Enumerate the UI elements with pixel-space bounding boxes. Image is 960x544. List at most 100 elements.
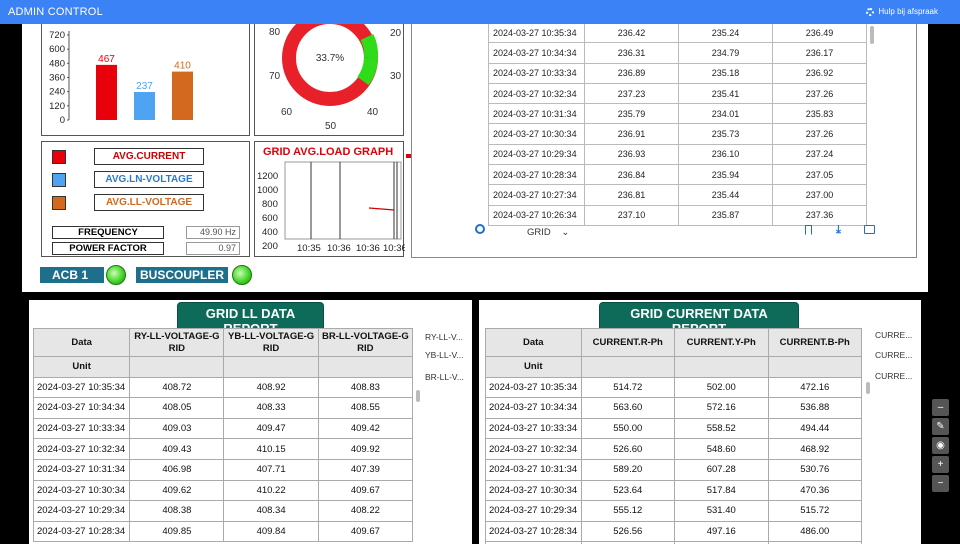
value-cell: 236.49: [772, 24, 867, 44]
timestamp-cell: 2024-03-27 10:31:34: [488, 103, 585, 125]
table-row[interactable]: 2024-03-27 10:28:34 236.84 235.94 237.05: [488, 164, 867, 186]
timestamp-cell: 2024-03-27 10:28:34: [32, 520, 131, 543]
app-title: ADMIN CONTROL: [8, 6, 103, 18]
value-cell: 558.52: [674, 417, 769, 440]
voltage-table-panel: 2024-03-27 10:35:34 236.42 235.24 236.49 202…: [411, 24, 917, 258]
table-row[interactable]: 2024-03-27 10:34:34 563.60 572.16 536.88: [485, 397, 862, 419]
legend-label-ll-voltage: AVG.LL-VOLTAGE: [94, 194, 204, 211]
legend-label-current: AVG.CURRENT: [94, 148, 204, 165]
search-icon[interactable]: [475, 224, 485, 234]
gear-icon: [866, 7, 875, 16]
timestamp-cell: 2024-03-27 10:31:34: [32, 458, 131, 481]
help-label: Hulp bij afspraak: [878, 7, 938, 16]
grid-select[interactable]: GRID ⌄: [527, 227, 569, 238]
table-row[interactable]: 2024-03-27 10:33:34 409.03 409.47 409.42: [32, 417, 414, 440]
table-row[interactable]: 2024-03-27 10:30:34 409.62 410.22 409.67: [32, 479, 414, 502]
timestamp-cell: 2024-03-27 10:32:34: [32, 438, 131, 460]
buscoupler-status: BUSCOUPLER: [136, 267, 228, 283]
table-row[interactable]: 2024-03-27 10:28:34 409.85 409.84 409.67: [32, 520, 414, 543]
unit-cell: [223, 356, 319, 378]
column-header[interactable]: YB-LL-VOLTAGE-GRID: [223, 328, 319, 357]
value-cell: 408.33: [223, 397, 319, 419]
value-cell: 572.16: [674, 397, 769, 419]
ll-report-panel: GRID LL DATA REPORT DataRY-LL-VOLTAGE-GR…: [29, 300, 472, 544]
pen-icon[interactable]: ✎: [932, 418, 949, 435]
bar-data-label: 237: [136, 81, 153, 92]
column-header[interactable]: RY-LL-VOLTAGE-GRID: [129, 328, 225, 357]
legend-swatch-ln-voltage: [52, 173, 66, 187]
table-row[interactable]: 2024-03-27 10:31:34 406.98 407.71 407.39: [32, 458, 414, 481]
value-cell: 409.67: [317, 479, 414, 502]
timestamp-cell: 2024-03-27 10:33:34: [485, 417, 582, 440]
value-cell: 235.94: [678, 164, 773, 186]
current-side-label: CURRE...: [875, 371, 913, 381]
ll-scrollbar[interactable]: [416, 390, 420, 402]
load-gauge: 33.7% 80 20 70 30 60 40 50: [269, 24, 402, 132]
column-header[interactable]: BR-LL-VOLTAGE-GRID: [317, 328, 414, 357]
table-row[interactable]: 2024-03-27 10:32:34 526.60 548.60 468.92: [485, 438, 862, 460]
column-header[interactable]: CURRENT.B-Ph: [767, 328, 862, 357]
column-header[interactable]: CURRENT.Y-Ph: [674, 328, 769, 357]
table-row[interactable]: 2024-03-27 10:28:34 526.56 497.16 486.00: [485, 520, 862, 543]
help-link[interactable]: Hulp bij afspraak: [866, 7, 938, 16]
print-icon[interactable]: [864, 225, 875, 234]
value-cell: 236.84: [584, 164, 679, 186]
timestamp-cell: 2024-03-27 10:34:34: [485, 397, 582, 419]
table-row[interactable]: 2024-03-27 10:35:34 236.42 235.24 236.49: [488, 24, 867, 44]
side-toolbar: – ✎ ◉ + −: [932, 399, 949, 494]
value-cell: 409.84: [223, 520, 319, 543]
table-row[interactable]: 2024-03-27 10:29:34 408.38 408.34 408.22: [32, 500, 414, 522]
table-row[interactable]: 2024-03-27 10:31:34 589.20 607.28 530.76: [485, 458, 862, 481]
bar-ytick: 0: [60, 115, 65, 126]
table-row[interactable]: 2024-03-27 10:31:34 235.79 234.01 235.83: [488, 103, 867, 125]
table-row[interactable]: 2024-03-27 10:33:34 550.00 558.52 494.44: [485, 417, 862, 440]
load-ytick: 400: [262, 227, 278, 238]
value-cell: 470.36: [767, 479, 862, 502]
ll-side-label: RY-LL-V...: [425, 332, 463, 342]
voltage-table: 2024-03-27 10:35:34 236.42 235.24 236.49 202…: [488, 24, 867, 226]
value-cell: 410.22: [223, 479, 319, 502]
minimize-icon[interactable]: –: [932, 399, 949, 416]
value-cell: 237.24: [772, 143, 867, 166]
load-ytick: 600: [262, 213, 278, 224]
chevron-down-icon: ⌄: [561, 227, 570, 238]
load-xtick: 10:35: [297, 243, 321, 254]
table-row[interactable]: 2024-03-27 10:33:34 236.89 235.18 236.92: [488, 62, 867, 84]
bookmark-icon[interactable]: [805, 225, 812, 235]
value-cell: 409.42: [317, 417, 414, 440]
top-bar: ADMIN CONTROL Hulp bij afspraak: [0, 0, 960, 24]
value-cell: 550.00: [580, 417, 676, 440]
unit-cell: [767, 356, 862, 378]
bar-ytick: 360: [49, 73, 65, 84]
zoom-in-icon[interactable]: +: [932, 456, 949, 473]
table-row[interactable]: 2024-03-27 10:30:34 523.64 517.84 470.36: [485, 479, 862, 502]
value-cell: 235.87: [678, 204, 773, 226]
table-row[interactable]: 2024-03-27 10:26:34 237.10 235.87 237.36: [488, 204, 867, 226]
gauge-tick: 40: [367, 107, 379, 118]
current-scrollbar[interactable]: [866, 382, 870, 394]
eye-icon[interactable]: ◉: [932, 437, 949, 454]
table-row[interactable]: 2024-03-27 10:34:34 236.31 234.79 236.17: [488, 42, 867, 64]
table-row[interactable]: 2024-03-27 10:34:34 408.05 408.33 408.55: [32, 397, 414, 419]
value-cell: 408.22: [317, 500, 414, 522]
unit-header: Unit: [32, 356, 131, 378]
table-row[interactable]: 2024-03-27 10:29:34 236.93 236.10 237.24: [488, 143, 867, 166]
bar-chart: 720 600 480 360 240 120 0 467 237 410: [49, 30, 193, 126]
table-row[interactable]: 2024-03-27 10:35:34 514.72 502.00 472.16: [485, 376, 862, 399]
zoom-out-icon[interactable]: −: [932, 475, 949, 492]
table-row[interactable]: 2024-03-27 10:32:34 409.43 410.15 409.92: [32, 438, 414, 460]
current-side-label: CURRE...: [875, 350, 913, 360]
value-cell: 607.28: [674, 458, 769, 481]
value-cell: 235.18: [678, 62, 773, 84]
download-icon[interactable]: ⤓: [836, 224, 841, 237]
value-cell: 234.01: [678, 103, 773, 125]
table-row[interactable]: 2024-03-27 10:35:34 408.72 408.92 408.83: [32, 376, 414, 399]
column-header[interactable]: CURRENT.R-Ph: [580, 328, 676, 357]
value-cell: 494.44: [767, 417, 862, 440]
table-row[interactable]: 2024-03-27 10:29:34 555.12 531.40 515.72: [485, 500, 862, 522]
table-row[interactable]: 2024-03-27 10:30:34 236.91 235.73 237.26: [488, 123, 867, 145]
table-row[interactable]: 2024-03-27 10:32:34 237.23 235.41 237.26: [488, 82, 867, 105]
table-row[interactable]: 2024-03-27 10:27:34 236.81 235.44 237.00: [488, 184, 867, 206]
table-scrollbar[interactable]: [870, 26, 874, 44]
acb-status: ACB 1: [40, 267, 104, 283]
